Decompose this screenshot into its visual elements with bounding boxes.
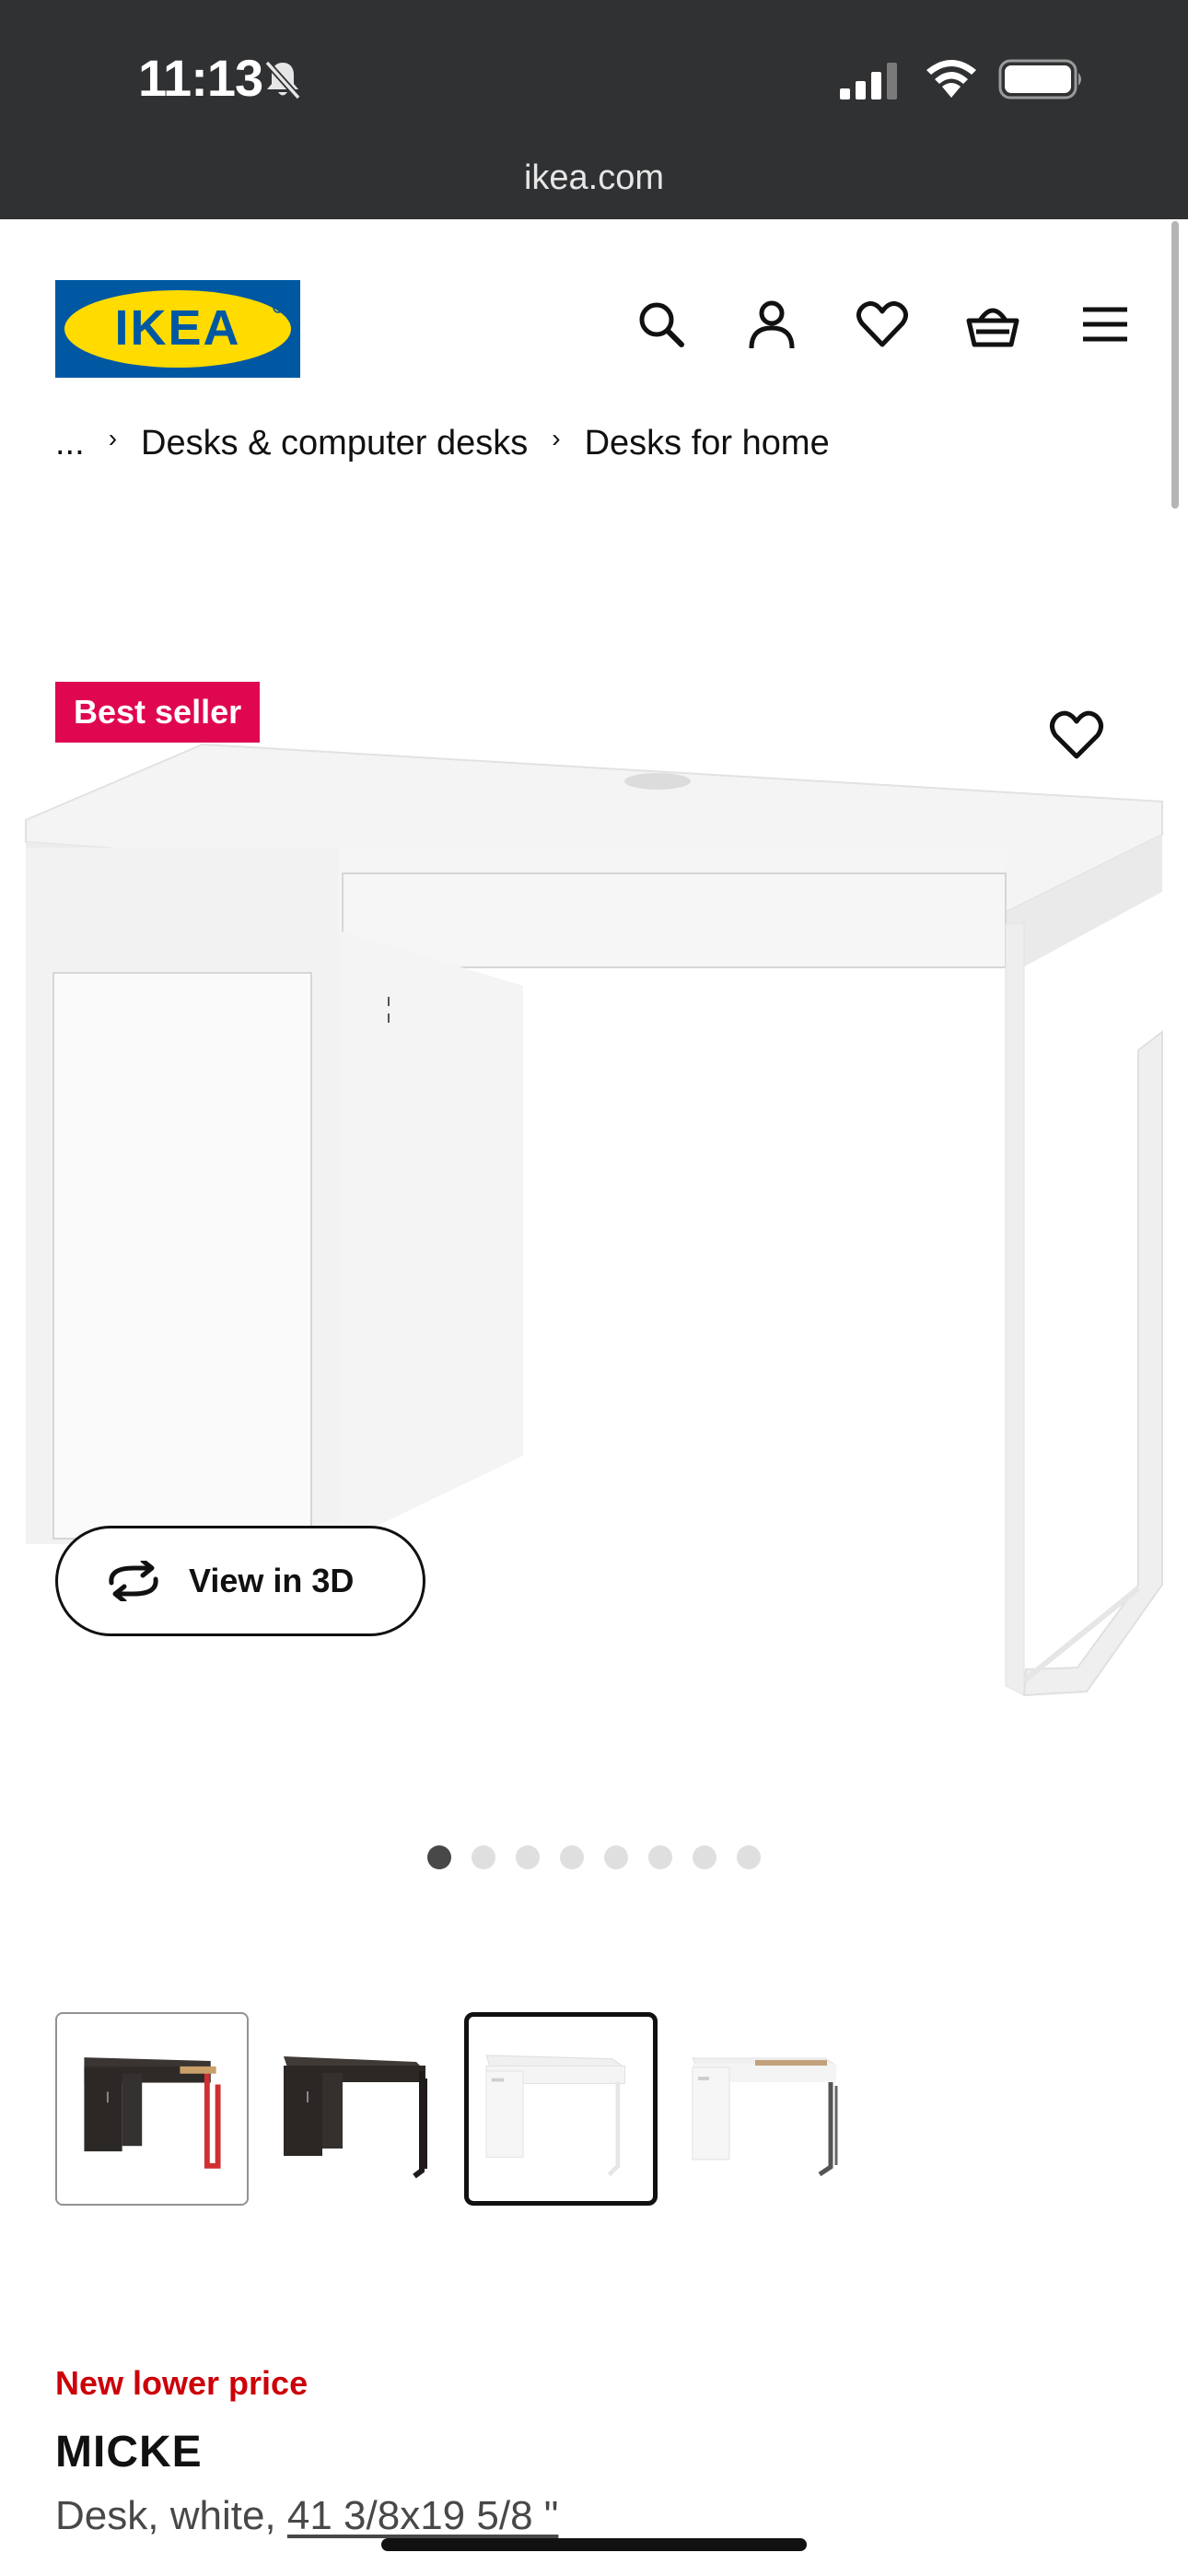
variant-thumbnail-white-anthracite[interactable] <box>678 2012 871 2206</box>
status-bar: 11:13 ikea.com <box>0 0 1188 219</box>
pagination-dot-1[interactable] <box>427 1845 451 1869</box>
image-pagination <box>427 1845 761 1869</box>
view-in-3d-button[interactable]: View in 3D <box>55 1526 425 1636</box>
variant-thumbnail-black-brown-red[interactable] <box>55 2012 249 2206</box>
variant-thumbnail-white[interactable] <box>464 2012 658 2206</box>
pagination-dot-2[interactable] <box>472 1845 495 1869</box>
product-description: Desk, white, 41 3/8x19 5/8 " <box>55 2493 558 2539</box>
chevron-right-icon: › <box>552 424 561 452</box>
variant-thumbnail-black-brown[interactable] <box>269 2012 462 2206</box>
home-indicator[interactable] <box>381 2538 807 2551</box>
battery-icon <box>998 59 1085 100</box>
basket-icon[interactable] <box>963 295 1022 354</box>
status-time: 11:13 <box>138 49 263 107</box>
search-icon[interactable] <box>632 295 691 354</box>
pagination-dot-7[interactable] <box>693 1845 716 1869</box>
cellular-signal-icon <box>840 61 901 100</box>
site-header: IKEA <box>0 219 1188 433</box>
pagination-dot-5[interactable] <box>604 1845 628 1869</box>
ikea-logo[interactable]: IKEA <box>55 280 300 378</box>
logo-text: IKEA <box>114 300 240 356</box>
breadcrumb-item[interactable]: ... <box>55 424 85 463</box>
account-icon[interactable] <box>742 295 801 354</box>
breadcrumb-item[interactable]: Desks & computer desks <box>141 424 528 463</box>
favorite-heart-icon[interactable] <box>1046 706 1107 763</box>
pagination-dot-6[interactable] <box>648 1845 672 1869</box>
product-desc-text: Desk, white, <box>55 2493 287 2538</box>
pagination-dot-4[interactable] <box>560 1845 584 1869</box>
scrollbar[interactable] <box>1171 221 1179 509</box>
price-tag-label: New lower price <box>55 2364 309 2402</box>
best-seller-badge: Best seller <box>55 682 261 743</box>
bell-slash-icon <box>260 57 306 103</box>
chevron-right-icon: › <box>108 424 118 452</box>
pagination-dot-3[interactable] <box>516 1845 540 1869</box>
pagination-dot-8[interactable] <box>737 1845 761 1869</box>
rotate-3d-icon <box>104 1561 163 1601</box>
product-dimensions-link[interactable]: 41 3/8x19 5/8 " <box>287 2493 559 2538</box>
view-in-3d-label: View in 3D <box>189 1562 355 1599</box>
breadcrumb-item[interactable]: Desks for home <box>585 424 830 463</box>
heart-icon[interactable] <box>853 295 912 354</box>
browser-url[interactable]: ikea.com <box>0 158 1188 198</box>
wifi-icon <box>923 55 980 100</box>
product-name: MICKE <box>55 2428 203 2476</box>
menu-icon[interactable] <box>1076 295 1135 354</box>
breadcrumb: ... › Desks & computer desks › Desks for hom… <box>55 416 830 472</box>
